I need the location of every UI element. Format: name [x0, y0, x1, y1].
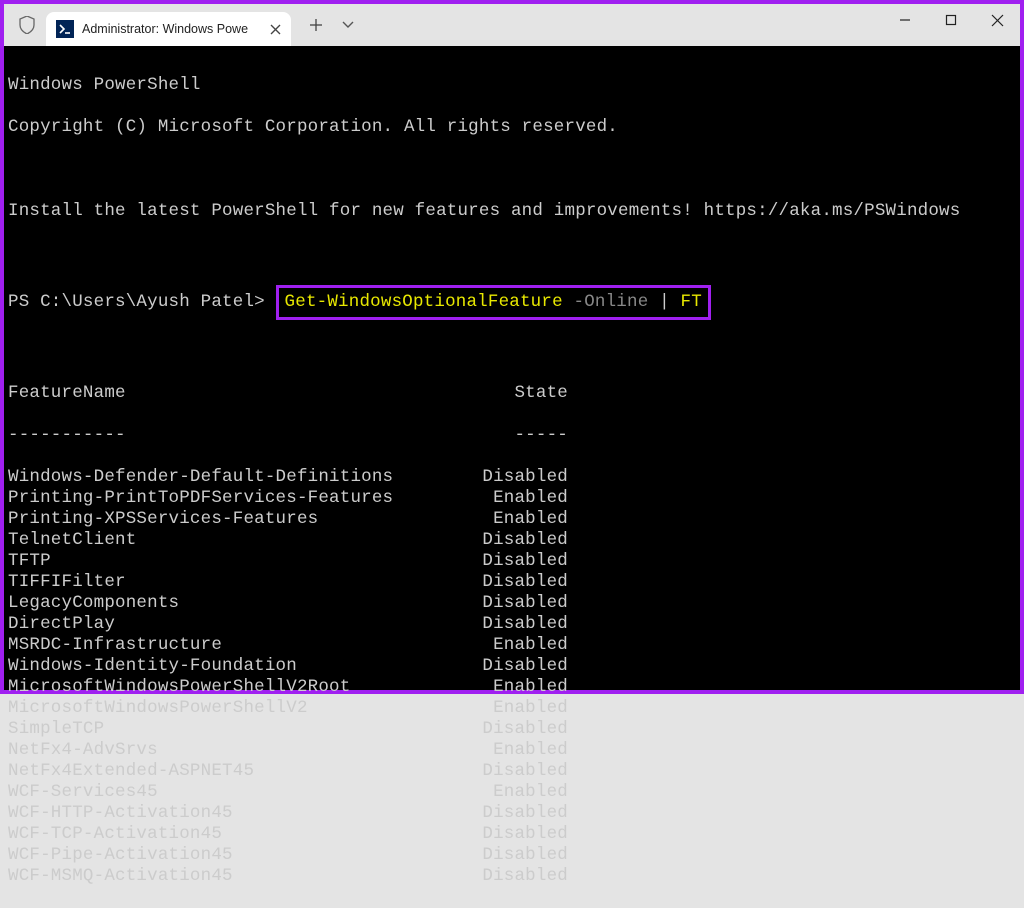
table-row: LegacyComponentsDisabled: [8, 593, 1016, 614]
table-row: NetFx4Extended-ASPNET45Disabled: [8, 761, 1016, 782]
feature-name: WCF-Pipe-Activation45: [8, 845, 458, 866]
table-row: TelnetClientDisabled: [8, 530, 1016, 551]
table-row: Printing-XPSServices-FeaturesEnabled: [8, 509, 1016, 530]
prompt-line: PS C:\Users\Ayush Patel> Get-WindowsOpti…: [8, 285, 1016, 320]
table-underline: ----------------: [8, 425, 1016, 446]
feature-state: Disabled: [458, 614, 568, 635]
table-row: WCF-Services45Enabled: [8, 782, 1016, 803]
feature-name: NetFx4Extended-ASPNET45: [8, 761, 458, 782]
feature-name: WCF-TCP-Activation45: [8, 824, 458, 845]
command-highlight: Get-WindowsOptionalFeature -Online | FT: [276, 285, 711, 320]
new-tab-button[interactable]: [301, 10, 331, 40]
banner-line2: Copyright (C) Microsoft Corporation. All…: [8, 117, 1016, 138]
feature-name: TelnetClient: [8, 530, 458, 551]
table-row: NetFx4-AdvSrvsEnabled: [8, 740, 1016, 761]
feature-state: Disabled: [458, 803, 568, 824]
table-row: Windows-Defender-Default-DefinitionsDisa…: [8, 467, 1016, 488]
titlebar: Administrator: Windows Powe: [4, 4, 1020, 46]
feature-state: Disabled: [458, 824, 568, 845]
feature-list: Windows-Defender-Default-DefinitionsDisa…: [8, 467, 1016, 887]
table-row: MicrosoftWindowsPowerShellV2RootEnabled: [8, 677, 1016, 698]
feature-state: Disabled: [458, 572, 568, 593]
feature-state: Disabled: [458, 845, 568, 866]
feature-name: Printing-PrintToPDFServices-Features: [8, 488, 458, 509]
browser-tab[interactable]: Administrator: Windows Powe: [46, 12, 291, 46]
feature-name: TIFFIFilter: [8, 572, 458, 593]
header-state: State: [458, 383, 568, 404]
powershell-icon: [56, 20, 74, 38]
table-row: MSRDC-InfrastructureEnabled: [8, 635, 1016, 656]
feature-state: Enabled: [458, 635, 568, 656]
pipe: |: [659, 292, 670, 312]
feature-name: WCF-MSMQ-Activation45: [8, 866, 458, 887]
table-row: Windows-Identity-FoundationDisabled: [8, 656, 1016, 677]
table-row: Printing-PrintToPDFServices-FeaturesEnab…: [8, 488, 1016, 509]
feature-state: Disabled: [458, 530, 568, 551]
blank: [8, 159, 1016, 180]
shield-icon: [18, 16, 36, 34]
table-row: SimpleTCPDisabled: [8, 719, 1016, 740]
close-window-button[interactable]: [974, 4, 1020, 36]
header-name: FeatureName: [8, 383, 458, 404]
table-row: WCF-HTTP-Activation45Disabled: [8, 803, 1016, 824]
feature-name: MicrosoftWindowsPowerShellV2: [8, 698, 458, 719]
tab-title: Administrator: Windows Powe: [82, 22, 261, 36]
minimize-button[interactable]: [882, 4, 928, 36]
terminal-output[interactable]: Windows PowerShell Copyright (C) Microso…: [4, 46, 1020, 690]
maximize-button[interactable]: [928, 4, 974, 36]
table-row: WCF-TCP-Activation45Disabled: [8, 824, 1016, 845]
window-controls: [882, 4, 1020, 36]
table-header: FeatureNameState: [8, 383, 1016, 404]
table-row: WCF-Pipe-Activation45Disabled: [8, 845, 1016, 866]
feature-name: MSRDC-Infrastructure: [8, 635, 458, 656]
feature-state: Enabled: [458, 740, 568, 761]
prompt: PS C:\Users\Ayush Patel>: [8, 292, 265, 312]
feature-name: Windows-Defender-Default-Definitions: [8, 467, 458, 488]
blank: [8, 341, 1016, 362]
feature-name: TFTP: [8, 551, 458, 572]
table-row: DirectPlayDisabled: [8, 614, 1016, 635]
table-row: TIFFIFilterDisabled: [8, 572, 1016, 593]
blank: [8, 243, 1016, 264]
feature-state: Disabled: [458, 656, 568, 677]
feature-name: DirectPlay: [8, 614, 458, 635]
feature-state: Enabled: [458, 677, 568, 698]
feature-state: Disabled: [458, 719, 568, 740]
feature-state: Enabled: [458, 782, 568, 803]
banner-line3: Install the latest PowerShell for new fe…: [8, 201, 1016, 222]
ft: FT: [681, 292, 702, 312]
feature-name: Windows-Identity-Foundation: [8, 656, 458, 677]
feature-name: SimpleTCP: [8, 719, 458, 740]
close-tab-button[interactable]: [267, 21, 283, 37]
feature-name: WCF-Services45: [8, 782, 458, 803]
feature-name: Printing-XPSServices-Features: [8, 509, 458, 530]
feature-name: LegacyComponents: [8, 593, 458, 614]
table-row: TFTPDisabled: [8, 551, 1016, 572]
feature-state: Disabled: [458, 551, 568, 572]
feature-state: Enabled: [458, 698, 568, 719]
banner-line1: Windows PowerShell: [8, 75, 1016, 96]
feature-name: WCF-HTTP-Activation45: [8, 803, 458, 824]
tab-dropdown-button[interactable]: [333, 10, 363, 40]
feature-state: Disabled: [458, 467, 568, 488]
feature-state: Enabled: [458, 488, 568, 509]
feature-name: MicrosoftWindowsPowerShellV2Root: [8, 677, 458, 698]
table-row: WCF-MSMQ-Activation45Disabled: [8, 866, 1016, 887]
feature-state: Enabled: [458, 509, 568, 530]
feature-state: Disabled: [458, 761, 568, 782]
feature-name: NetFx4-AdvSrvs: [8, 740, 458, 761]
underline-name: -----------: [8, 425, 458, 446]
param: -Online: [574, 292, 649, 312]
feature-state: Disabled: [458, 593, 568, 614]
feature-state: Disabled: [458, 866, 568, 887]
table-row: MicrosoftWindowsPowerShellV2Enabled: [8, 698, 1016, 719]
underline-state: -----: [458, 425, 568, 446]
cmdlet: Get-WindowsOptionalFeature: [285, 292, 563, 312]
